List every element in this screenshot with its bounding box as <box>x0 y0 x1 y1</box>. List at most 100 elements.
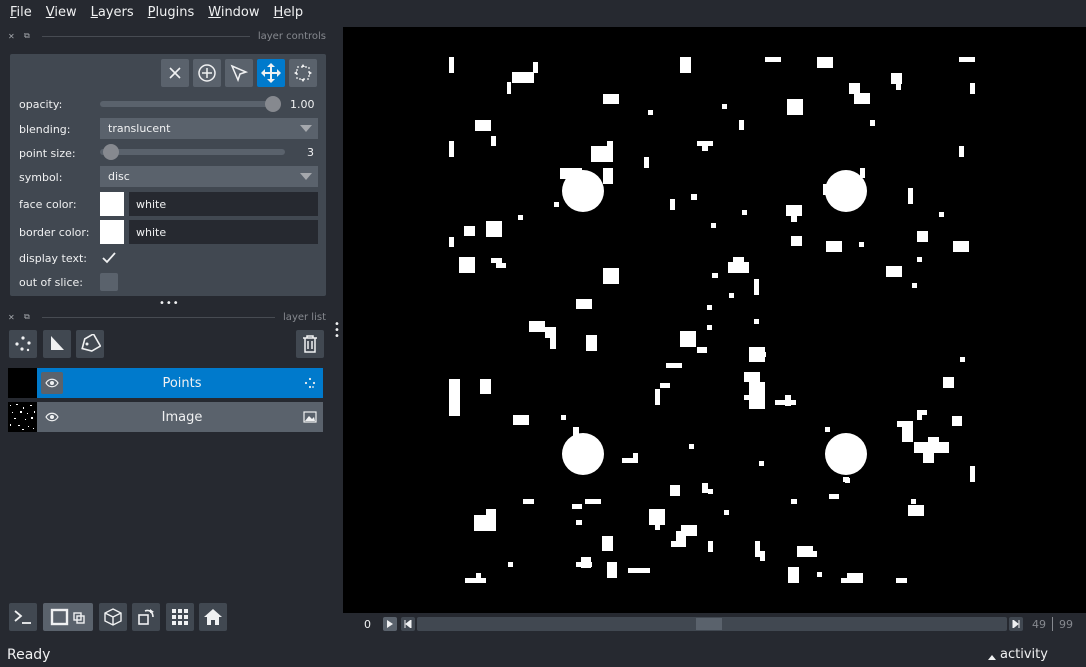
play-button[interactable] <box>383 617 397 631</box>
eye-icon <box>45 412 59 422</box>
delete-layer-button[interactable] <box>296 330 324 358</box>
transform-button[interactable] <box>289 59 317 87</box>
image-thumbnail-noise <box>10 404 35 430</box>
new-labels-layer-button[interactable] <box>76 330 104 358</box>
dims-max: 99 <box>1059 618 1073 631</box>
layer-name: Image <box>161 409 203 425</box>
dims-slider-track[interactable] <box>417 617 1007 631</box>
menu-window[interactable]: Window <box>208 5 259 20</box>
transform-icon <box>294 64 312 82</box>
blending-dropdown[interactable]: translucent <box>100 118 318 139</box>
blending-value: translucent <box>108 122 171 135</box>
roll-axes-button[interactable] <box>132 603 160 631</box>
display-text-label: display text: <box>19 251 87 265</box>
layer-controls-header: ✕ ⧉ layer controls <box>8 29 326 43</box>
step-back-button[interactable] <box>401 617 415 631</box>
face-color-swatch[interactable] <box>100 192 124 216</box>
add-points-icon <box>198 64 216 82</box>
symbol-dropdown[interactable]: disc <box>100 166 318 187</box>
border-color-field[interactable]: white <box>129 220 318 244</box>
eye-icon <box>45 378 59 388</box>
out-of-slice-label: out of slice: <box>19 275 83 289</box>
menu-bar: File View Layers Plugins Window Help <box>0 0 1086 24</box>
select-points-button[interactable] <box>225 59 253 87</box>
blending-label: blending: <box>19 122 71 136</box>
trash-icon <box>303 335 317 353</box>
axis-label: 0 <box>364 618 371 631</box>
square-2d-icon <box>50 608 85 626</box>
float-dock-icon[interactable]: ⧉ <box>24 312 34 322</box>
symbol-label: symbol: <box>19 170 63 184</box>
layer-body[interactable]: Points <box>37 368 323 398</box>
select-points-icon <box>230 64 249 83</box>
border-color-value: white <box>136 225 167 239</box>
point-size-value: 3 <box>307 146 314 159</box>
point-size-slider[interactable] <box>100 149 285 155</box>
layer-thumbnail <box>8 368 37 398</box>
points-icon <box>15 336 31 352</box>
add-points-button[interactable] <box>193 59 221 87</box>
layer-row-image[interactable]: Image <box>8 402 323 432</box>
delete-points-button[interactable] <box>161 59 189 87</box>
labels-icon <box>81 334 101 352</box>
menu-help[interactable]: Help <box>274 5 304 20</box>
border-color-swatch[interactable] <box>100 220 124 244</box>
close-dock-icon[interactable]: ✕ <box>8 313 18 322</box>
skip-forward-icon <box>1012 620 1020 628</box>
toggle-ndisplay-button[interactable] <box>43 603 93 631</box>
panel-splitter-handle[interactable]: ••• <box>159 298 180 309</box>
cube-icon <box>104 608 122 626</box>
menu-file[interactable]: File <box>10 5 32 20</box>
home-icon <box>204 609 222 625</box>
dock-resize-handle[interactable]: • • • <box>334 320 340 342</box>
dims-slider-bar: 0 49 99 <box>343 613 1086 637</box>
face-color-field[interactable]: white <box>129 192 318 216</box>
grid-view-button[interactable] <box>166 603 194 631</box>
float-dock-icon[interactable]: ⧉ <box>24 31 34 41</box>
point-size-slider-handle[interactable] <box>103 144 119 160</box>
opacity-slider-handle[interactable] <box>265 96 281 112</box>
header-divider <box>42 316 276 318</box>
out-of-slice-checkbox[interactable] <box>100 273 118 291</box>
pan-zoom-button[interactable] <box>257 59 285 87</box>
menu-plugins[interactable]: Plugins <box>148 5 195 20</box>
header-divider <box>42 35 250 37</box>
menu-view[interactable]: View <box>46 5 77 20</box>
close-dock-icon[interactable]: ✕ <box>8 32 18 41</box>
viewer-canvas[interactable] <box>343 27 1086 613</box>
rotate-icon <box>138 609 154 625</box>
pan-zoom-icon <box>261 63 281 83</box>
activity-button[interactable]: activity <box>1000 647 1048 662</box>
points-icon <box>304 377 316 389</box>
visibility-toggle[interactable] <box>41 372 63 394</box>
layer-body[interactable]: Image <box>37 402 323 432</box>
menu-layers[interactable]: Layers <box>91 5 134 20</box>
step-forward-button[interactable] <box>1009 617 1023 631</box>
shapes-icon <box>51 336 64 350</box>
checkmark-icon <box>102 252 116 264</box>
out-of-slice-row: out of slice: <box>19 270 319 294</box>
grid-icon <box>172 609 188 625</box>
status-text: Ready <box>7 646 51 663</box>
border-color-label: border color: <box>19 225 90 239</box>
layer-row-points[interactable]: Points <box>8 368 323 398</box>
face-color-label: face color: <box>19 197 77 211</box>
reset-view-button[interactable] <box>199 603 227 631</box>
canvas-image <box>449 57 975 583</box>
delete-points-icon <box>169 67 181 79</box>
terminal-icon <box>14 610 31 624</box>
console-button[interactable] <box>9 603 37 631</box>
opacity-slider[interactable] <box>100 101 272 107</box>
toggle-3d-button[interactable] <box>99 603 127 631</box>
opacity-value: 1.00 <box>290 98 315 111</box>
display-text-checkbox[interactable] <box>100 249 118 267</box>
visibility-toggle[interactable] <box>41 406 63 428</box>
image-icon <box>303 411 317 423</box>
dims-slider-handle[interactable] <box>696 618 722 630</box>
layer-list-title: layer list <box>283 311 326 323</box>
dims-divider <box>1052 617 1053 631</box>
new-points-layer-button[interactable] <box>9 330 37 358</box>
point-size-label: point size: <box>19 146 76 160</box>
new-shapes-layer-button[interactable] <box>43 330 71 358</box>
layer-list-header: ✕ ⧉ layer list <box>8 310 326 324</box>
